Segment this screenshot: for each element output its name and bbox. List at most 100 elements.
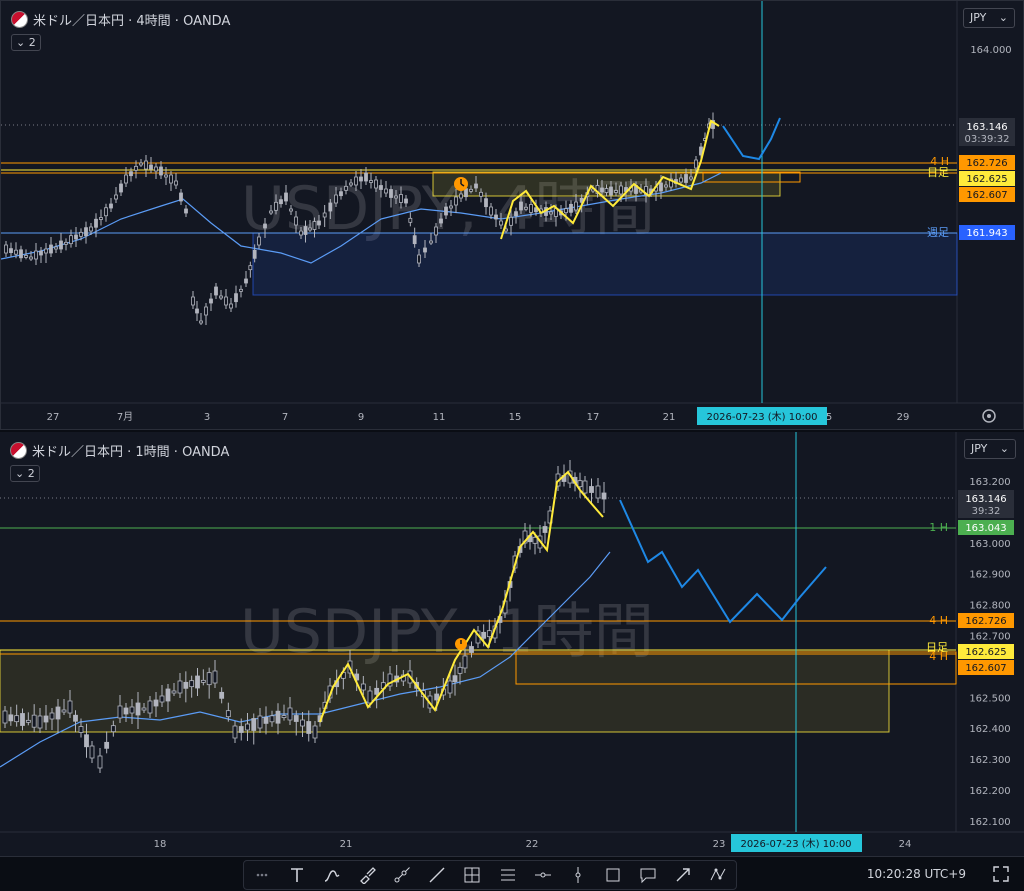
candle-body <box>299 230 303 236</box>
indicator-toggle[interactable]: ⌄ 2 <box>10 465 40 482</box>
candle-body <box>269 210 273 214</box>
candle-body <box>232 725 238 739</box>
candle-body <box>37 715 43 729</box>
candle-body <box>300 719 305 727</box>
candle-body <box>147 700 153 714</box>
candle-body <box>59 240 63 250</box>
candle-body <box>464 188 468 198</box>
projection-path[interactable] <box>722 117 781 161</box>
arrow-icon[interactable] <box>669 861 697 889</box>
candle-body <box>245 723 250 731</box>
candle-body <box>389 189 393 198</box>
candle-body <box>191 296 195 306</box>
candle-body <box>19 249 23 259</box>
candle-body <box>308 227 312 231</box>
candle-body <box>144 160 148 170</box>
weekly-zone[interactable] <box>252 232 958 296</box>
candle-body <box>434 693 440 701</box>
symbol-header[interactable]: 米ドル／日本円 · 4時間 · OANDA <box>11 10 230 29</box>
candle-body <box>239 288 243 292</box>
candle-body <box>225 710 231 718</box>
chart-canvas-1h[interactable]: USDJPY, 1時間 163.200163.000162.900162.800… <box>0 432 1024 856</box>
candle-body <box>84 734 89 748</box>
candle-body <box>364 172 368 182</box>
trendline-icon[interactable] <box>423 861 451 889</box>
currency-select[interactable]: JPY ⌄ <box>963 8 1015 28</box>
candle-body <box>257 715 263 729</box>
indicator-count: 2 <box>27 467 35 480</box>
currency-label: JPY <box>970 11 987 24</box>
candle-body <box>684 174 688 183</box>
date-tick: 15 <box>509 412 522 423</box>
h-line-icon[interactable] <box>529 861 557 889</box>
candle-body <box>454 196 458 206</box>
price-tick: 164.000 <box>970 45 1011 56</box>
date-tick: 22 <box>526 839 539 850</box>
fullscreen-icon[interactable] <box>990 863 1012 885</box>
candle-body <box>159 695 165 703</box>
candle-body <box>374 179 378 189</box>
date-tick: 7 <box>282 412 288 423</box>
symbol-header[interactable]: 米ドル／日本円 · 1時間 · OANDA <box>10 441 229 460</box>
candle-body <box>179 192 183 202</box>
level-label-h4-2: 4 H <box>929 650 948 663</box>
dots-icon[interactable] <box>248 861 276 889</box>
currency-select[interactable]: JPY ⌄ <box>964 439 1016 459</box>
candle-body <box>287 707 293 721</box>
candle-body <box>564 208 568 214</box>
candle-body <box>263 223 267 229</box>
clock[interactable]: 10:20:28 UTC+9 <box>867 867 966 881</box>
callout-icon[interactable] <box>634 861 662 889</box>
candle-body <box>374 687 380 695</box>
candle-body <box>200 679 206 683</box>
candle-body <box>317 220 321 226</box>
candle-body <box>514 211 518 217</box>
candle-body <box>67 700 73 714</box>
weekly-price-value: 161.943 <box>966 228 1007 239</box>
rectangle-icon[interactable] <box>599 861 627 889</box>
candle-body <box>104 741 110 749</box>
alarm-icon[interactable] <box>455 638 467 650</box>
fib-grid-icon[interactable] <box>458 861 486 889</box>
candle-body <box>244 278 248 284</box>
candle-body <box>349 182 353 186</box>
path-icon[interactable] <box>318 861 346 889</box>
candle-body <box>384 188 388 194</box>
candle-body <box>542 526 548 533</box>
candle-body <box>78 726 84 733</box>
price-tick: 162.700 <box>969 632 1010 643</box>
candle-body <box>322 212 327 218</box>
candle-body <box>354 176 358 186</box>
candle-body <box>664 184 668 188</box>
candle-body <box>44 248 48 254</box>
price-tick: 162.500 <box>969 693 1010 704</box>
chart-pane-1h[interactable]: USDJPY, 1時間 163.200 163.000 162.900 162.800… <box>0 432 1024 856</box>
pattern-icon[interactable] <box>704 861 732 889</box>
fib-channel-icon[interactable] <box>494 861 522 889</box>
candle-body <box>601 492 607 500</box>
candle-body <box>219 295 223 299</box>
chart-canvas-4h[interactable]: USDJPY, 4時間 164.000163.500161.500161.000… <box>1 1 1024 430</box>
indicator-toggle[interactable]: ⌄ 2 <box>11 34 41 51</box>
settings-gear-icon[interactable] <box>982 409 996 423</box>
usd-jpy-flag-icon <box>10 442 27 459</box>
candle-body <box>434 226 438 236</box>
candle-body <box>569 203 573 213</box>
text-icon[interactable] <box>283 861 311 889</box>
brush-icon[interactable] <box>353 861 381 889</box>
alarm-icon[interactable] <box>454 177 468 191</box>
candle-body <box>109 203 113 209</box>
candle-body <box>263 716 269 724</box>
candle-body <box>165 688 171 702</box>
candle-body <box>529 204 533 213</box>
v-line-icon[interactable] <box>564 861 592 889</box>
candle-body <box>549 211 553 215</box>
candle-body <box>117 705 123 719</box>
candle-body <box>229 303 233 309</box>
ray-icon[interactable] <box>388 861 416 889</box>
level-label-weekly: 週足 <box>927 226 949 239</box>
chart-pane-4h[interactable]: USDJPY, 4時間 164.000163.500161.500161.000… <box>0 0 1024 430</box>
candle-body <box>123 707 129 715</box>
indicator-count: 2 <box>28 36 36 49</box>
candle-body <box>134 165 138 171</box>
